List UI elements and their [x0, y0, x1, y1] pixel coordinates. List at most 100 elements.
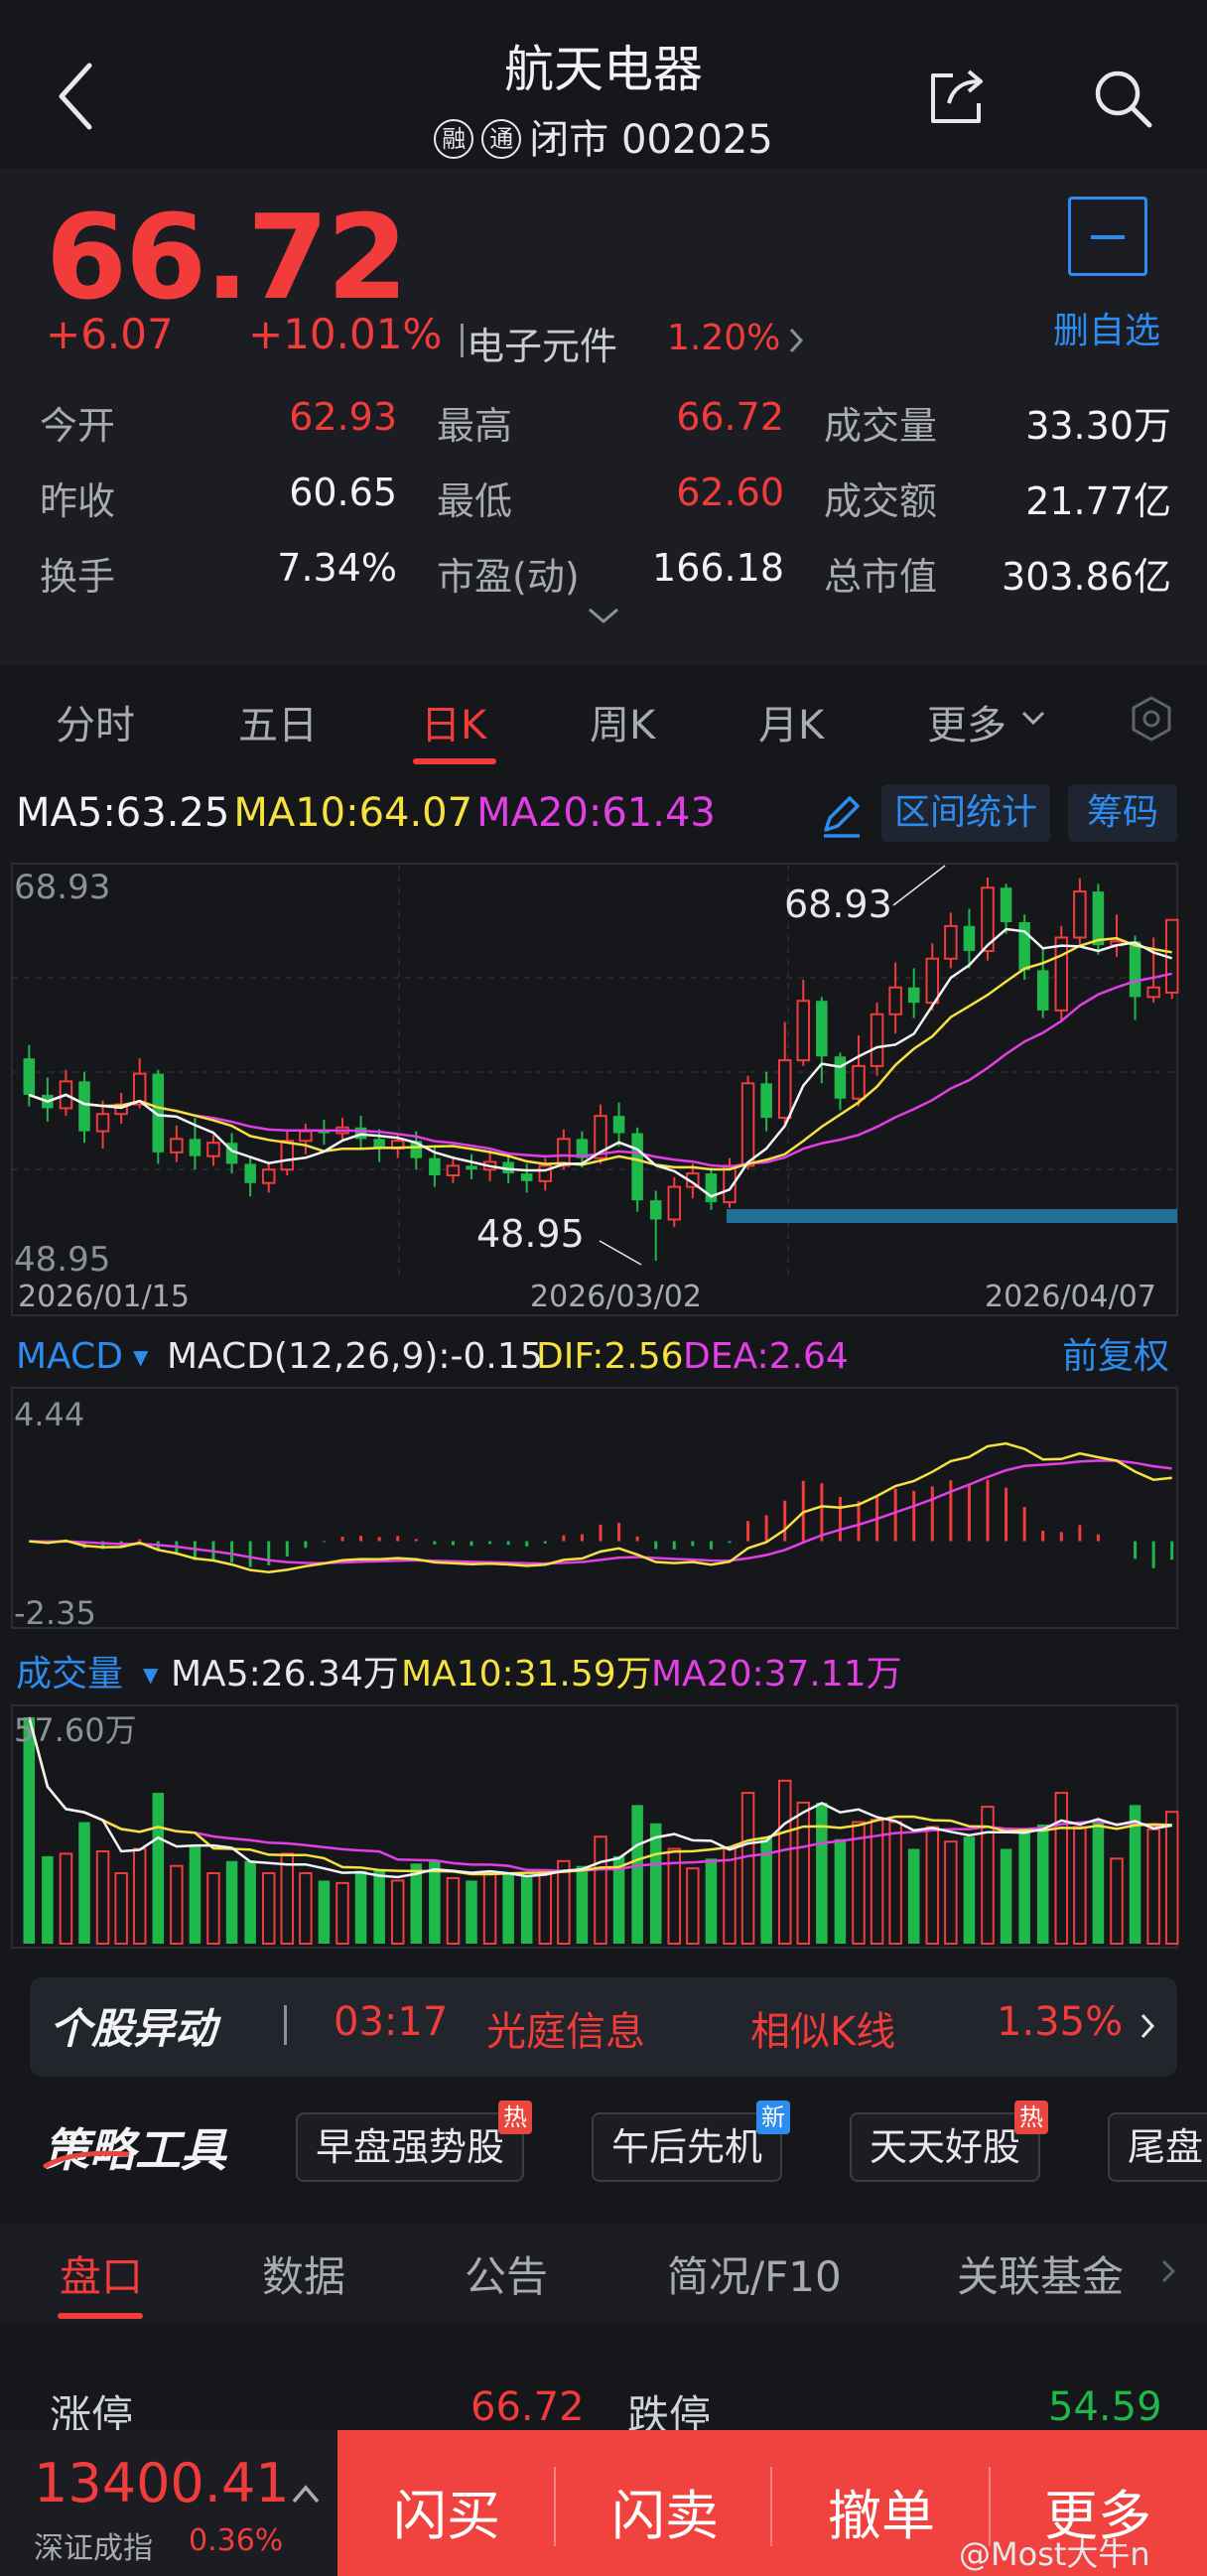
k-line-chart[interactable]: 68.93 48.95 68.93 48.95 2026/01/15 2026/… [0, 854, 1207, 1966]
candle-down [963, 925, 976, 951]
candle-down [23, 1058, 36, 1095]
dea-line [29, 1459, 1172, 1565]
candle-down [1036, 970, 1049, 1011]
volume-dropdown-icon[interactable]: ▼ [143, 1663, 159, 1687]
volume-bar-up [390, 1879, 405, 1946]
sector-name[interactable]: 电子元件 [467, 316, 617, 370]
date-label-end: 2026/04/07 [985, 1280, 1156, 1314]
stat-label: 今开 [40, 404, 116, 448]
candle-down [834, 1056, 847, 1099]
volume-bar-up [557, 1859, 571, 1945]
chip-distribution-button[interactable]: 筹码 [1068, 784, 1177, 842]
macd-dropdown-icon[interactable]: ▼ [133, 1345, 149, 1369]
volume-bar-down [631, 1805, 643, 1944]
limit-down-value: 54.59 [1048, 2384, 1162, 2430]
stock-code: 002025 [621, 117, 773, 163]
price-axis-min: 48.95 [14, 1240, 110, 1280]
alert-stock-name[interactable]: 光庭信息 [486, 1999, 645, 2057]
share-icon[interactable] [923, 66, 993, 127]
date-label-start: 2026/01/15 [18, 1280, 190, 1314]
dif-line [29, 1441, 1172, 1574]
remove-watchlist-button[interactable] [1068, 197, 1147, 276]
stat-value-market-cap: 303.86亿 [1002, 555, 1171, 599]
strategy-chip-daily-good[interactable]: 天天好股热 [850, 2101, 1049, 2182]
settings-hexagon-icon[interactable] [1128, 695, 1175, 743]
chevron-right-icon[interactable] [786, 326, 806, 355]
cancel-order-button[interactable]: 撤单 [828, 2472, 935, 2550]
volume-bar-up [280, 1852, 295, 1946]
macd-title[interactable]: MACD [16, 1336, 123, 1377]
tab-profile-f10[interactable]: 简况/F10 [667, 2243, 842, 2304]
strategy-chip-morning-strong[interactable]: 早盘强势股热 [296, 2101, 533, 2182]
chevron-down-icon[interactable] [1020, 709, 1046, 727]
candle-up [261, 1168, 276, 1184]
volume-bar-up [740, 1792, 755, 1946]
volume-bar-up [446, 1876, 461, 1945]
tab-data[interactable]: 数据 [262, 2243, 345, 2304]
strategy-logo-swoosh-icon [43, 2150, 130, 2169]
candle-up [446, 1164, 461, 1177]
search-icon[interactable] [1092, 68, 1153, 129]
volume-bar-up [723, 1847, 737, 1946]
chip-label: 午后先机 [611, 2125, 763, 2169]
volume-bar-up [888, 1821, 902, 1946]
divider [461, 324, 464, 357]
candle-up [1073, 890, 1087, 939]
stock-subtitle: 融通闭市 002025 [0, 107, 1207, 165]
candle-down [466, 1165, 477, 1170]
range-stats-button[interactable]: 区间统计 [881, 784, 1050, 842]
stat-value-low: 62.60 [676, 471, 784, 514]
volume-bar-down [520, 1875, 533, 1944]
volume-bar-up [1164, 1811, 1179, 1946]
chevron-right-icon[interactable] [1138, 2011, 1157, 2041]
volume-bar-up [1054, 1792, 1069, 1946]
candle-down [1092, 891, 1105, 946]
index-value[interactable]: 13400.41 [34, 2452, 290, 2514]
sector-pct[interactable]: 1.20% [667, 318, 780, 358]
candle-down [816, 1001, 828, 1057]
volume-bar-down [834, 1838, 847, 1944]
pen-draw-icon[interactable] [816, 790, 866, 840]
tab-order-book[interactable]: 盘口 [60, 2243, 143, 2304]
tab-weekly-k[interactable]: 周K [590, 693, 655, 750]
tab-monthly-k[interactable]: 月K [758, 693, 824, 750]
expand-chevron-icon[interactable] [586, 604, 621, 627]
tab-daily-k[interactable]: 日K [421, 693, 486, 750]
stat-value-turnover-amount: 21.77亿 [1025, 479, 1171, 523]
remove-watchlist-label[interactable]: 删自选 [1032, 302, 1181, 353]
volume-bar-down [429, 1860, 441, 1944]
ma5-label: MA5:63.25 [16, 790, 230, 836]
low-annotation: 48.95 [476, 1212, 585, 1256]
flash-buy-button[interactable]: 闪买 [393, 2472, 500, 2550]
stat-value-prev-close: 60.65 [289, 471, 397, 514]
volume-bar-up [796, 1801, 811, 1946]
tab-more[interactable]: 更多 [927, 693, 1006, 750]
strategy-chip-afternoon[interactable]: 午后先机新 [592, 2101, 791, 2182]
volume-title[interactable]: 成交量 [16, 1654, 123, 1695]
stat-value-turnover-rate: 7.34% [277, 546, 397, 590]
tab-five-day[interactable]: 五日 [238, 693, 318, 750]
volume-bar-down [502, 1873, 514, 1944]
candle-down [760, 1083, 772, 1119]
index-name[interactable]: 深证成指 [34, 2523, 153, 2567]
stat-value-high: 66.72 [676, 395, 784, 439]
flash-sell-button[interactable]: 闪卖 [611, 2472, 719, 2550]
candle-up [299, 1130, 313, 1143]
tab-announcements[interactable]: 公告 [465, 2243, 548, 2304]
volume-bar-down [1018, 1829, 1030, 1944]
volume-bar-up [870, 1819, 884, 1945]
chevron-up-icon[interactable] [290, 2482, 322, 2506]
candle-up [1054, 936, 1069, 1012]
chevron-right-icon[interactable] [1159, 2257, 1177, 2285]
alert-pct: 1.35% [997, 1999, 1124, 2045]
candle-down [429, 1157, 441, 1176]
candle-down [649, 1200, 662, 1220]
tab-intraday[interactable]: 分时 [56, 693, 135, 750]
tab-related-funds[interactable]: 关联基金 [957, 2243, 1124, 2304]
volume-bar-up [925, 1826, 940, 1945]
candle-down [189, 1139, 201, 1156]
adjust-mode[interactable]: 前复权 [1062, 1336, 1169, 1377]
divider [770, 2467, 772, 2546]
strategy-chip-closing[interactable]: 尾盘 [1108, 2112, 1207, 2182]
candle-down [631, 1133, 643, 1201]
